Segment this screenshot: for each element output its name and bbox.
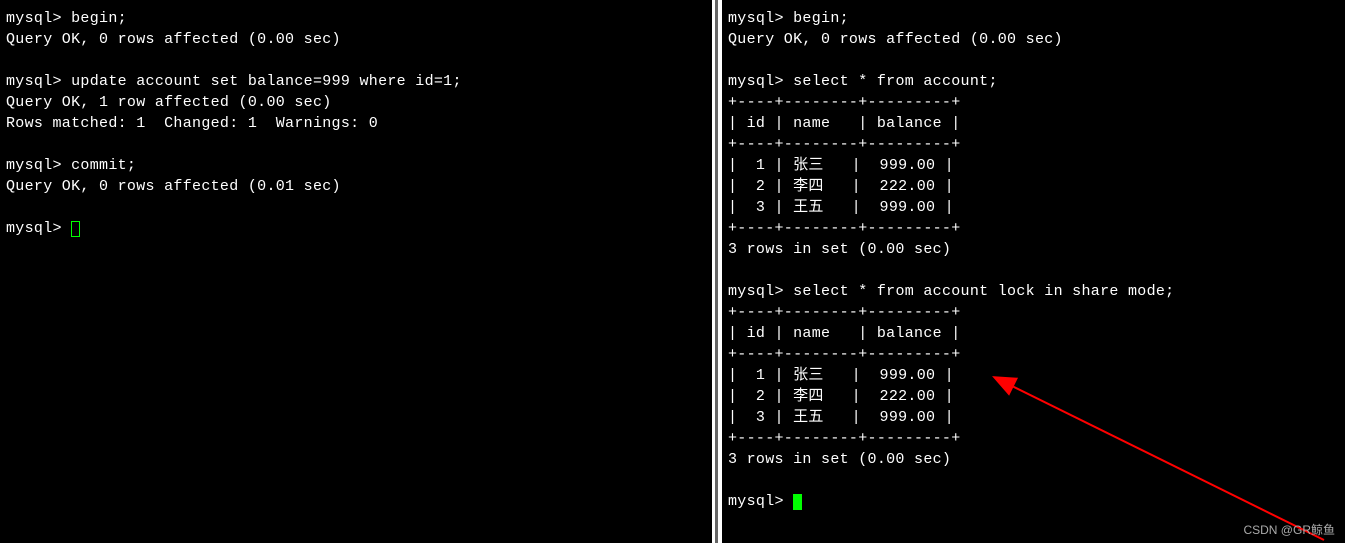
terminal-output-line: | 3 | 王五 | 999.00 |: [728, 407, 1339, 428]
terminal-output-line: | id | name | balance |: [728, 323, 1339, 344]
mysql-prompt: mysql>: [6, 157, 71, 174]
terminal-output-line: Query OK, 0 rows affected (0.00 sec): [6, 29, 706, 50]
sql-command: begin;: [793, 10, 849, 27]
terminal-output-line: [728, 470, 1339, 491]
sql-command: select * from account lock in share mode…: [793, 283, 1174, 300]
terminal-output-line: 3 rows in set (0.00 sec): [728, 449, 1339, 470]
terminal-line: mysql>: [728, 491, 1339, 512]
sql-command: update account set balance=999 where id=…: [71, 73, 462, 90]
right-terminal[interactable]: mysql> begin;Query OK, 0 rows affected (…: [722, 0, 1345, 543]
terminal-output-line: | 1 | 张三 | 999.00 |: [728, 155, 1339, 176]
mysql-prompt: mysql>: [728, 73, 793, 90]
terminal-line: mysql>: [6, 218, 706, 239]
split-terminal-container: mysql> begin;Query OK, 0 rows affected (…: [0, 0, 1345, 543]
terminal-output-line: [6, 197, 706, 218]
terminal-line: mysql> update account set balance=999 wh…: [6, 71, 706, 92]
left-terminal[interactable]: mysql> begin;Query OK, 0 rows affected (…: [0, 0, 712, 543]
terminal-output-line: +----+--------+---------+: [728, 302, 1339, 323]
terminal-output-line: +----+--------+---------+: [728, 134, 1339, 155]
terminal-line: mysql> select * from account;: [728, 71, 1339, 92]
terminal-line: mysql> begin;: [6, 8, 706, 29]
terminal-output-line: [6, 50, 706, 71]
cursor-solid-icon: [793, 494, 802, 510]
terminal-output-line: | 2 | 李四 | 222.00 |: [728, 176, 1339, 197]
sql-command: begin;: [71, 10, 127, 27]
terminal-output-line: Query OK, 1 row affected (0.00 sec): [6, 92, 706, 113]
terminal-output-line: +----+--------+---------+: [728, 92, 1339, 113]
watermark-text: CSDN @GR鲸鱼: [1243, 522, 1335, 539]
mysql-prompt: mysql>: [6, 220, 71, 237]
cursor-hollow-icon: [71, 221, 80, 237]
terminal-output-line: [728, 50, 1339, 71]
terminal-output-line: +----+--------+---------+: [728, 218, 1339, 239]
mysql-prompt: mysql>: [728, 10, 793, 27]
terminal-output-line: | 1 | 张三 | 999.00 |: [728, 365, 1339, 386]
mysql-prompt: mysql>: [728, 283, 793, 300]
sql-command: commit;: [71, 157, 136, 174]
terminal-output-line: +----+--------+---------+: [728, 344, 1339, 365]
pane-divider[interactable]: [712, 0, 722, 543]
terminal-output-line: +----+--------+---------+: [728, 428, 1339, 449]
terminal-output-line: | id | name | balance |: [728, 113, 1339, 134]
mysql-prompt: mysql>: [6, 73, 71, 90]
terminal-output-line: [728, 260, 1339, 281]
mysql-prompt: mysql>: [6, 10, 71, 27]
terminal-output-line: | 3 | 王五 | 999.00 |: [728, 197, 1339, 218]
terminal-line: mysql> select * from account lock in sha…: [728, 281, 1339, 302]
sql-command: select * from account;: [793, 73, 998, 90]
terminal-output-line: Query OK, 0 rows affected (0.01 sec): [6, 176, 706, 197]
terminal-output-line: Query OK, 0 rows affected (0.00 sec): [728, 29, 1339, 50]
terminal-output-line: Rows matched: 1 Changed: 1 Warnings: 0: [6, 113, 706, 134]
terminal-line: mysql> begin;: [728, 8, 1339, 29]
terminal-output-line: [6, 134, 706, 155]
mysql-prompt: mysql>: [728, 493, 793, 510]
terminal-line: mysql> commit;: [6, 155, 706, 176]
terminal-output-line: 3 rows in set (0.00 sec): [728, 239, 1339, 260]
terminal-output-line: | 2 | 李四 | 222.00 |: [728, 386, 1339, 407]
